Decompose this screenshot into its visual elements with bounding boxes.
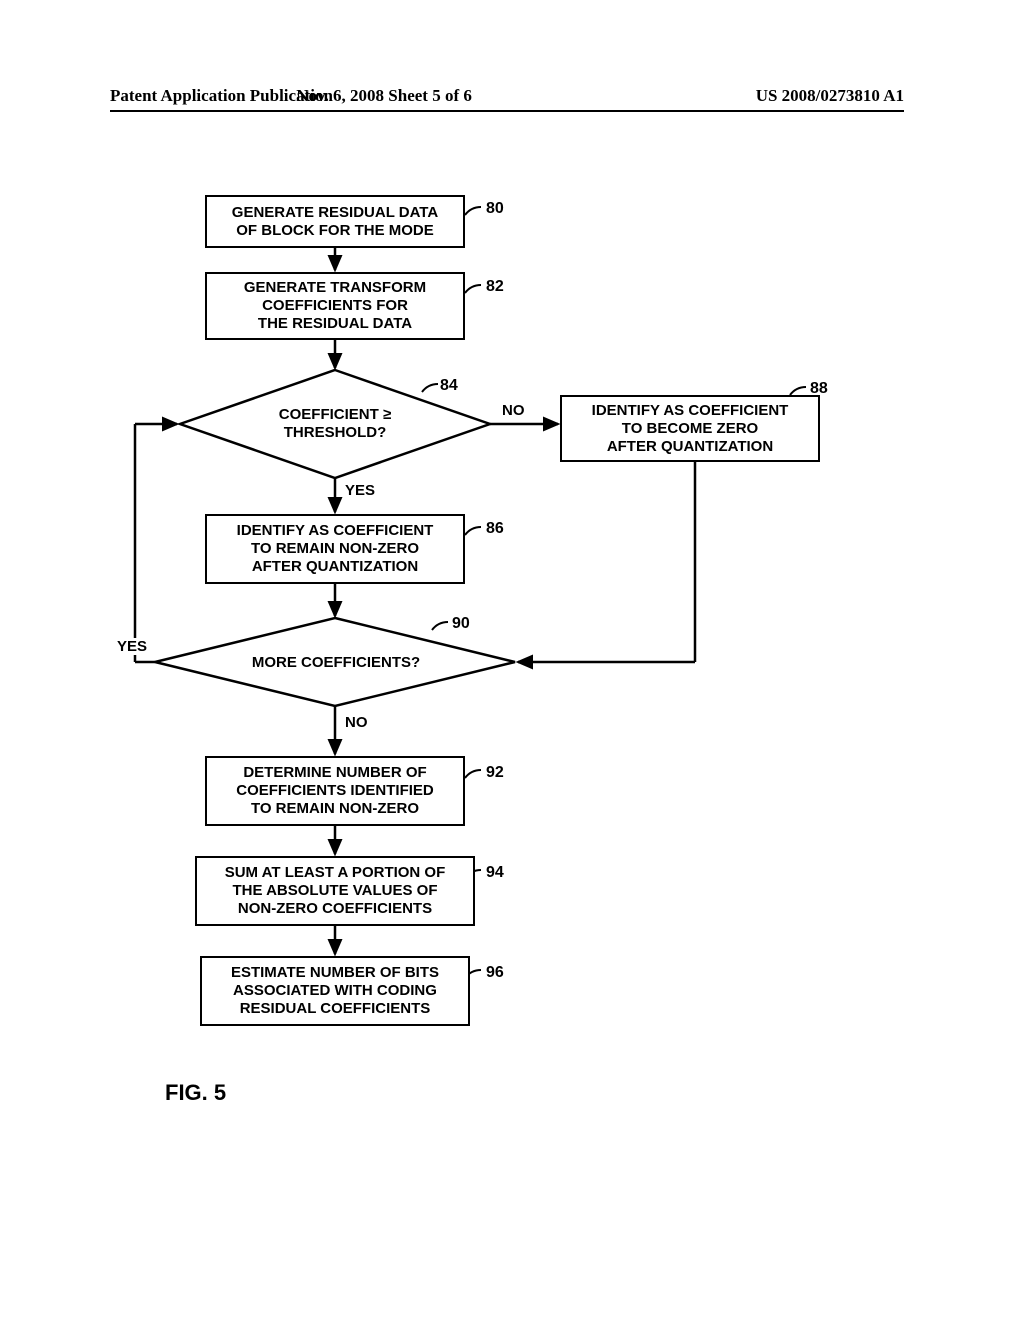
flowchart-svg [0, 0, 1024, 1320]
step-box-80: GENERATE RESIDUAL DATAOF BLOCK FOR THE M… [205, 195, 465, 248]
ref-82: 82 [486, 278, 504, 296]
step-text: GENERATE RESIDUAL DATAOF BLOCK FOR THE M… [232, 204, 438, 240]
step-box-94: SUM AT LEAST A PORTION OFTHE ABSOLUTE VA… [195, 856, 475, 926]
ref-84: 84 [440, 377, 458, 395]
figure-caption: FIG. 5 [165, 1080, 226, 1106]
step-text: ESTIMATE NUMBER OF BITSASSOCIATED WITH C… [231, 964, 439, 1018]
ref-90: 90 [452, 615, 470, 633]
ref-80: 80 [486, 200, 504, 218]
step-box-82: GENERATE TRANSFORMCOEFFICIENTS FORTHE RE… [205, 272, 465, 340]
page-header: Patent Application Publication Nov. 6, 2… [110, 86, 904, 106]
ref-88: 88 [810, 380, 828, 398]
header-right: US 2008/0273810 A1 [756, 86, 904, 106]
ref-92: 92 [486, 764, 504, 782]
ref-96: 96 [486, 964, 504, 982]
step-box-88: IDENTIFY AS COEFFICIENTTO BECOME ZEROAFT… [560, 395, 820, 462]
decision-90: MORE COEFFICIENTS? [226, 654, 446, 672]
header-center: Nov. 6, 2008 Sheet 5 of 6 [296, 86, 472, 106]
step-text: GENERATE TRANSFORMCOEFFICIENTS FORTHE RE… [244, 279, 426, 333]
edge-yes-90: YES [115, 638, 149, 655]
step-text: DETERMINE NUMBER OFCOEFFICIENTS IDENTIFI… [236, 764, 434, 818]
step-box-86: IDENTIFY AS COEFFICIENTTO REMAIN NON-ZER… [205, 514, 465, 584]
ref-94: 94 [486, 864, 504, 882]
decision-84: COEFFICIENT ≥THRESHOLD? [255, 406, 415, 442]
step-text: IDENTIFY AS COEFFICIENTTO BECOME ZEROAFT… [592, 402, 789, 456]
header-rule [110, 110, 904, 112]
step-text: IDENTIFY AS COEFFICIENTTO REMAIN NON-ZER… [237, 522, 434, 576]
step-box-96: ESTIMATE NUMBER OF BITSASSOCIATED WITH C… [200, 956, 470, 1026]
edge-no-90: NO [345, 714, 368, 731]
edge-yes-84: YES [345, 482, 375, 499]
step-box-92: DETERMINE NUMBER OFCOEFFICIENTS IDENTIFI… [205, 756, 465, 826]
edge-no-84: NO [502, 402, 525, 419]
ref-86: 86 [486, 520, 504, 538]
step-text: SUM AT LEAST A PORTION OFTHE ABSOLUTE VA… [225, 864, 446, 918]
